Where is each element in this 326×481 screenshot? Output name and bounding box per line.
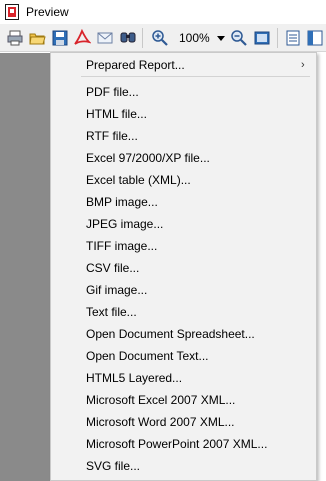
menu-item-html5[interactable]: HTML5 Layered... xyxy=(51,367,316,389)
app-logo-icon xyxy=(5,4,19,20)
menu-item-excel-97[interactable]: Excel 97/2000/XP file... xyxy=(51,147,316,169)
menu-item-html[interactable]: HTML file... xyxy=(51,103,316,125)
menu-item-powerpoint-2007[interactable]: Microsoft PowerPoint 2007 XML... xyxy=(51,433,316,455)
zoom-out-icon[interactable] xyxy=(230,29,248,47)
export-menu: Prepared Report... › PDF file... HTML fi… xyxy=(50,52,317,481)
preview-margin xyxy=(0,53,50,481)
menu-item-label: RTF file... xyxy=(86,129,138,143)
menu-item-odt[interactable]: Open Document Text... xyxy=(51,345,316,367)
toolbar-separator xyxy=(277,28,278,48)
menu-item-label: Microsoft Word 2007 XML... xyxy=(86,415,235,429)
menu-item-label: HTML5 Layered... xyxy=(86,371,183,385)
menu-item-pdf[interactable]: PDF file... xyxy=(51,81,316,103)
zoom-value: 100% xyxy=(179,31,210,45)
toolbar-separator xyxy=(142,28,143,48)
menu-item-label: TIFF image... xyxy=(86,239,158,253)
menu-item-label: CSV file... xyxy=(86,261,140,275)
chevron-right-icon: › xyxy=(301,59,305,71)
menu-item-svg[interactable]: SVG file... xyxy=(51,455,316,477)
print-icon[interactable] xyxy=(6,29,24,47)
zoom-select[interactable]: 100% xyxy=(175,29,227,47)
menu-item-word-2007[interactable]: Microsoft Word 2007 XML... xyxy=(51,411,316,433)
chevron-down-icon xyxy=(217,36,225,41)
menu-item-bmp[interactable]: BMP image... xyxy=(51,191,316,213)
menu-item-excel-2007[interactable]: Microsoft Excel 2007 XML... xyxy=(51,389,316,411)
menu-item-label: Prepared Report... xyxy=(86,58,185,72)
scrollbar-gap xyxy=(317,53,326,481)
menu-item-label: SVG file... xyxy=(86,459,141,473)
menu-item-tiff[interactable]: TIFF image... xyxy=(51,235,316,257)
menu-item-label: Excel table (XML)... xyxy=(86,173,191,187)
menu-item-prepared-report[interactable]: Prepared Report... › xyxy=(51,54,316,76)
menu-item-label: Text file... xyxy=(86,305,137,319)
menu-item-label: HTML file... xyxy=(86,107,147,121)
menu-item-text[interactable]: Text file... xyxy=(51,301,316,323)
menu-item-gif[interactable]: Gif image... xyxy=(51,279,316,301)
menu-item-jpeg[interactable]: JPEG image... xyxy=(51,213,316,235)
save-icon[interactable] xyxy=(51,29,69,47)
menu-separator xyxy=(81,76,310,77)
menu-item-label: Excel 97/2000/XP file... xyxy=(86,151,210,165)
menu-item-label: Gif image... xyxy=(86,283,148,297)
outline-icon[interactable] xyxy=(306,29,324,47)
menu-item-label: Open Document Spreadsheet... xyxy=(86,327,255,341)
window-title: Preview xyxy=(26,5,69,19)
find-icon[interactable] xyxy=(119,29,137,47)
open-icon[interactable] xyxy=(28,29,46,47)
menu-item-excel-xml[interactable]: Excel table (XML)... xyxy=(51,169,316,191)
zoom-in-icon[interactable] xyxy=(151,29,169,47)
menu-item-ods[interactable]: Open Document Spreadsheet... xyxy=(51,323,316,345)
toolbar: 100% xyxy=(0,24,326,52)
email-icon[interactable] xyxy=(96,29,114,47)
menu-item-csv[interactable]: CSV file... xyxy=(51,257,316,279)
menu-item-label: Microsoft PowerPoint 2007 XML... xyxy=(86,437,268,451)
menu-item-label: BMP image... xyxy=(86,195,158,209)
menu-item-label: JPEG image... xyxy=(86,217,164,231)
menu-item-label: Microsoft Excel 2007 XML... xyxy=(86,393,236,407)
page-setup-icon[interactable] xyxy=(284,29,302,47)
menu-item-label: Open Document Text... xyxy=(86,349,209,363)
pdf-icon[interactable] xyxy=(73,29,91,47)
title-bar: Preview xyxy=(0,0,326,24)
menu-item-rtf[interactable]: RTF file... xyxy=(51,125,316,147)
menu-item-label: PDF file... xyxy=(86,85,139,99)
fit-page-icon[interactable] xyxy=(253,29,271,47)
